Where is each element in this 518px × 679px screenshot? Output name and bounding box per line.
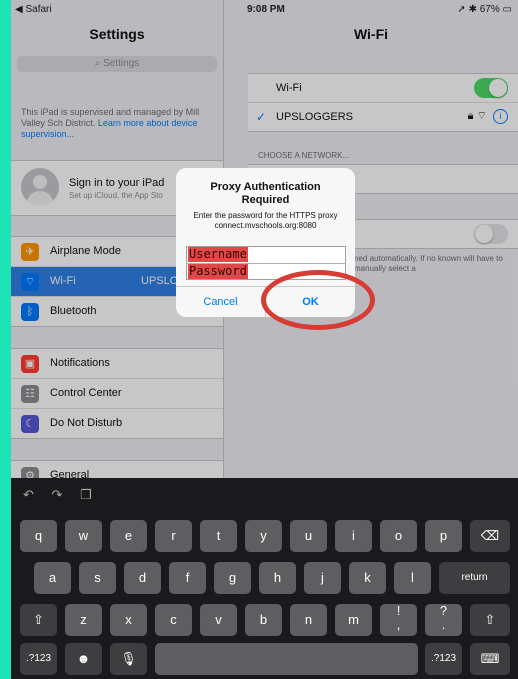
return-key[interactable]: return	[439, 562, 510, 594]
key-x[interactable]: x	[110, 604, 147, 636]
key-z[interactable]: z	[65, 604, 102, 636]
hide-keyboard-icon[interactable]: ⌨	[470, 643, 510, 675]
microphone-icon[interactable]: 🎙︎	[110, 643, 147, 675]
onscreen-keyboard: ↶ ↷ ❐ q w e r t y u i o p ⌫ a s d f g h …	[11, 478, 518, 679]
key-t[interactable]: t	[200, 520, 237, 552]
key-b[interactable]: b	[245, 604, 282, 636]
username-field[interactable]: Username	[187, 247, 345, 264]
key-d[interactable]: d	[124, 562, 161, 594]
dialog-title: Proxy Authentication Required	[210, 181, 321, 206]
key-l[interactable]: l	[394, 562, 431, 594]
key-a[interactable]: a	[34, 562, 71, 594]
space-bar[interactable]	[155, 643, 418, 675]
key-p[interactable]: p	[425, 520, 462, 552]
key-f[interactable]: f	[169, 562, 206, 594]
key-i[interactable]: i	[335, 520, 372, 552]
key-k[interactable]: k	[349, 562, 386, 594]
key-c[interactable]: c	[155, 604, 192, 636]
username-placeholder: Username	[188, 247, 248, 262]
undo-icon[interactable]: ↶	[23, 487, 34, 502]
ipad-screen: ◀ Safari 9:08 PM ➚ ✱ 67% ▭ Settings ⌕ Se…	[11, 0, 518, 679]
numbers-key-right[interactable]: .?123	[425, 643, 462, 675]
key-question-period[interactable]: ?.	[425, 604, 462, 636]
keyboard-toolbar: ↶ ↷ ❐	[23, 487, 106, 503]
redo-icon[interactable]: ↷	[52, 487, 63, 502]
dialog-message: Enter the password for the HTTPS proxy c…	[193, 211, 338, 230]
key-j[interactable]: j	[304, 562, 341, 594]
key-q[interactable]: q	[20, 520, 57, 552]
key-v[interactable]: v	[200, 604, 237, 636]
cancel-button[interactable]: Cancel	[176, 287, 266, 317]
key-u[interactable]: u	[290, 520, 327, 552]
key-s[interactable]: s	[79, 562, 116, 594]
numbers-key-left[interactable]: .?123	[20, 643, 57, 675]
key-y[interactable]: y	[245, 520, 282, 552]
key-exclamation-comma[interactable]: !,	[380, 604, 417, 636]
key-e[interactable]: e	[110, 520, 147, 552]
password-placeholder: Password	[188, 264, 248, 279]
paste-icon[interactable]: ❐	[80, 487, 92, 502]
key-o[interactable]: o	[380, 520, 417, 552]
key-w[interactable]: w	[65, 520, 102, 552]
key-r[interactable]: r	[155, 520, 192, 552]
key-m[interactable]: m	[335, 604, 372, 636]
key-n[interactable]: n	[290, 604, 327, 636]
shift-right-icon[interactable]: ⇧	[470, 604, 510, 636]
backspace-icon[interactable]: ⌫	[470, 520, 510, 552]
key-g[interactable]: g	[214, 562, 251, 594]
emoji-icon[interactable]: ☻	[65, 643, 102, 675]
key-h[interactable]: h	[259, 562, 296, 594]
annotation-circle	[261, 270, 375, 330]
shift-left-icon[interactable]: ⇧	[20, 604, 57, 636]
